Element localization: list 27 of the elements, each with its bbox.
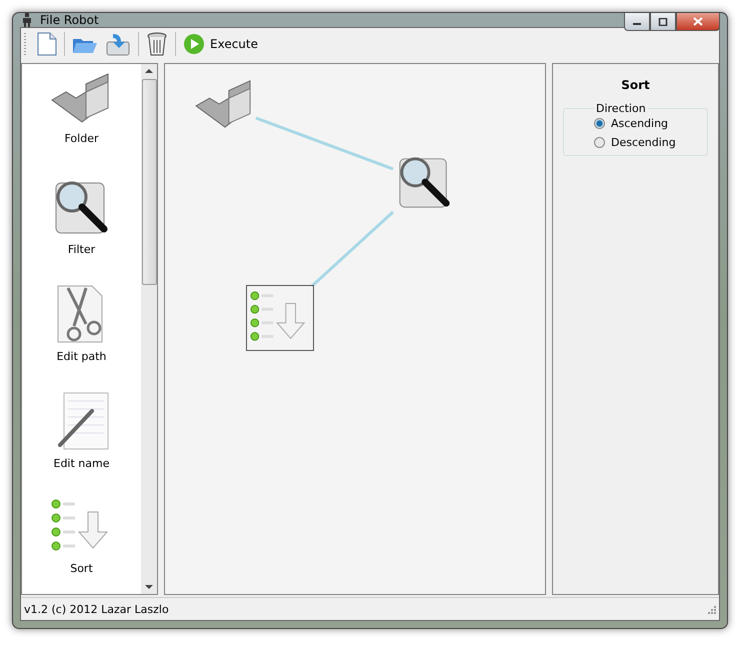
maximize-button[interactable] bbox=[650, 13, 676, 31]
radio-option[interactable]: Ascending bbox=[594, 117, 697, 130]
radio-button[interactable] bbox=[594, 137, 605, 148]
resize-grip-icon[interactable] bbox=[706, 604, 716, 614]
window-title: File Robot bbox=[40, 13, 99, 27]
execute-button[interactable]: Execute bbox=[181, 30, 260, 58]
minimize-button[interactable] bbox=[624, 13, 650, 31]
robot-icon bbox=[22, 13, 32, 27]
new-document-button[interactable] bbox=[35, 30, 59, 58]
tool-label: Edit name bbox=[54, 457, 110, 470]
close-button[interactable] bbox=[676, 13, 720, 31]
scrollbar[interactable] bbox=[141, 64, 157, 594]
status-text: v1.2 (c) 2012 Lazar Laszlo bbox=[24, 602, 169, 616]
group-label: Direction bbox=[595, 102, 647, 115]
tool-label: Folder bbox=[64, 132, 98, 145]
panel-title: Sort bbox=[621, 78, 650, 92]
workflow-node[interactable] bbox=[246, 285, 314, 351]
radio-option[interactable]: Descending bbox=[594, 136, 697, 149]
close-icon bbox=[693, 17, 703, 26]
scroll-up-arrow-icon[interactable] bbox=[145, 68, 153, 73]
tool-label: Edit path bbox=[56, 350, 106, 363]
tool-label: Sort bbox=[70, 562, 93, 575]
maximize-icon bbox=[658, 18, 668, 26]
play-icon bbox=[183, 33, 205, 55]
tool-label: Filter bbox=[68, 243, 96, 256]
scroll-down-arrow-icon[interactable] bbox=[145, 585, 153, 590]
radio-button[interactable] bbox=[594, 118, 605, 129]
